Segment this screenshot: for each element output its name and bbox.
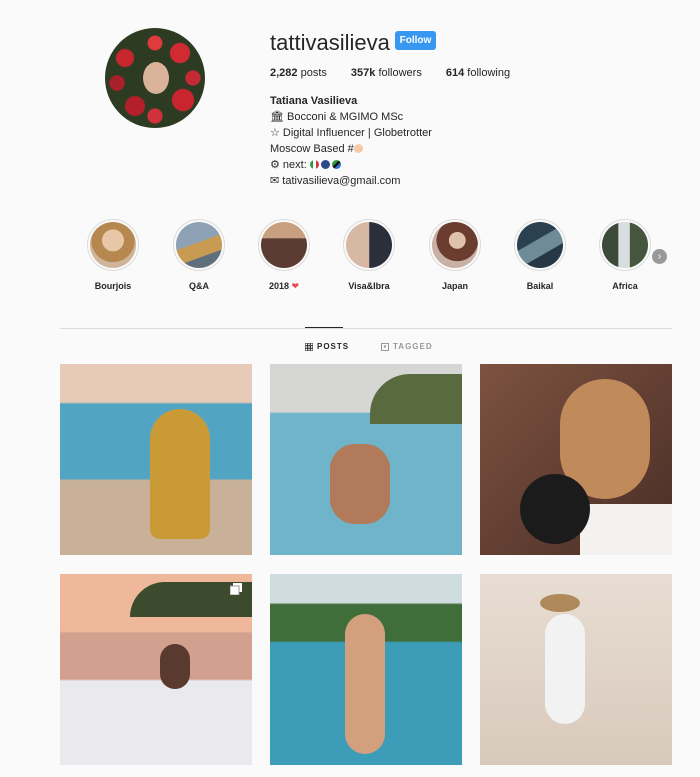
highlight-africa[interactable]: Africa <box>597 219 653 291</box>
tanzania-flag-icon <box>331 160 341 169</box>
highlight-cover <box>261 222 307 268</box>
grid-icon <box>305 342 313 351</box>
highlight-visa-ibra[interactable]: Visa&Ibra <box>341 219 397 291</box>
bio-email[interactable]: ✉ tativasilieva@gmail.com <box>270 173 432 189</box>
emoji-icon <box>353 144 363 153</box>
highlight-japan[interactable]: Japan <box>427 219 483 291</box>
tab-posts[interactable]: POSTS <box>305 342 349 351</box>
highlight-label: Visa&Ibra <box>348 281 390 291</box>
highlight-cover <box>602 222 648 268</box>
highlight-label: Q&A <box>189 281 209 291</box>
post-thumbnail[interactable] <box>270 364 462 555</box>
multiple-photos-icon <box>229 582 242 596</box>
posts-count: 2,282 posts <box>270 67 327 79</box>
highlight-qa[interactable]: Q&A <box>171 219 227 291</box>
heart-icon: ❤ <box>291 281 300 291</box>
highlight-label: Japan <box>441 281 468 291</box>
bio-line-next: ⚙ next: <box>270 157 432 173</box>
following-count[interactable]: 614 following <box>446 67 510 79</box>
post-figure <box>160 644 190 689</box>
post-thumbnail[interactable] <box>480 574 672 765</box>
tag-icon <box>381 342 389 351</box>
post-shirt <box>580 504 672 555</box>
bio-line-location: Moscow Based # <box>270 141 432 157</box>
highlight-2018[interactable]: 2018 ❤ <box>256 219 312 292</box>
active-tab-indicator <box>305 327 343 328</box>
highlight-cover <box>517 222 563 268</box>
avatar-face <box>143 62 169 94</box>
highlight-label: Baikal <box>526 281 554 291</box>
highlight-cover <box>346 222 392 268</box>
post-hat <box>540 594 580 612</box>
post-figure <box>150 409 210 539</box>
bio-line: 🏛 Bocconi & MGIMO MSc <box>270 111 404 123</box>
post-hill <box>370 374 462 424</box>
chevron-right-icon[interactable]: › <box>652 249 667 264</box>
tab-tagged[interactable]: TAGGED <box>381 342 433 351</box>
profile-avatar[interactable] <box>105 28 205 128</box>
highlight-label: 2018 ❤ <box>268 281 300 291</box>
post-figure <box>330 444 390 524</box>
highlight-bourjois[interactable]: Bourjois <box>85 219 141 291</box>
post-figure <box>545 614 585 724</box>
full-name: Tatiana Vasilieva <box>270 95 358 107</box>
highlight-label: Bourjois <box>94 281 132 291</box>
post-thumbnail[interactable] <box>480 364 672 555</box>
post-thumbnail[interactable] <box>60 364 252 555</box>
highlight-cover <box>176 222 222 268</box>
highlight-cover <box>90 222 136 268</box>
tabs-divider <box>60 328 672 329</box>
profile-stats: 2,282 posts 357k followers 614 following <box>270 67 534 79</box>
post-figure <box>345 614 385 754</box>
follow-button[interactable]: Follow <box>395 31 436 50</box>
highlight-cover <box>432 222 478 268</box>
profile-username: tattivasilieva <box>270 30 390 55</box>
bio-line: ☆ Digital Influencer | Globetrotter <box>270 127 432 139</box>
profile-bio: Tatiana Vasilieva 🏛 Bocconi & MGIMO MSc … <box>270 93 432 189</box>
followers-count[interactable]: 357k followers <box>351 67 422 79</box>
post-thumbnail[interactable] <box>270 574 462 765</box>
italy-flag-icon <box>309 160 319 169</box>
post-thumbnail[interactable] <box>60 574 252 765</box>
highlight-label: Africa <box>612 281 638 291</box>
uk-flag-icon <box>320 160 330 169</box>
highlight-baikal[interactable]: Baikal <box>512 219 568 291</box>
post-cat <box>520 474 590 544</box>
